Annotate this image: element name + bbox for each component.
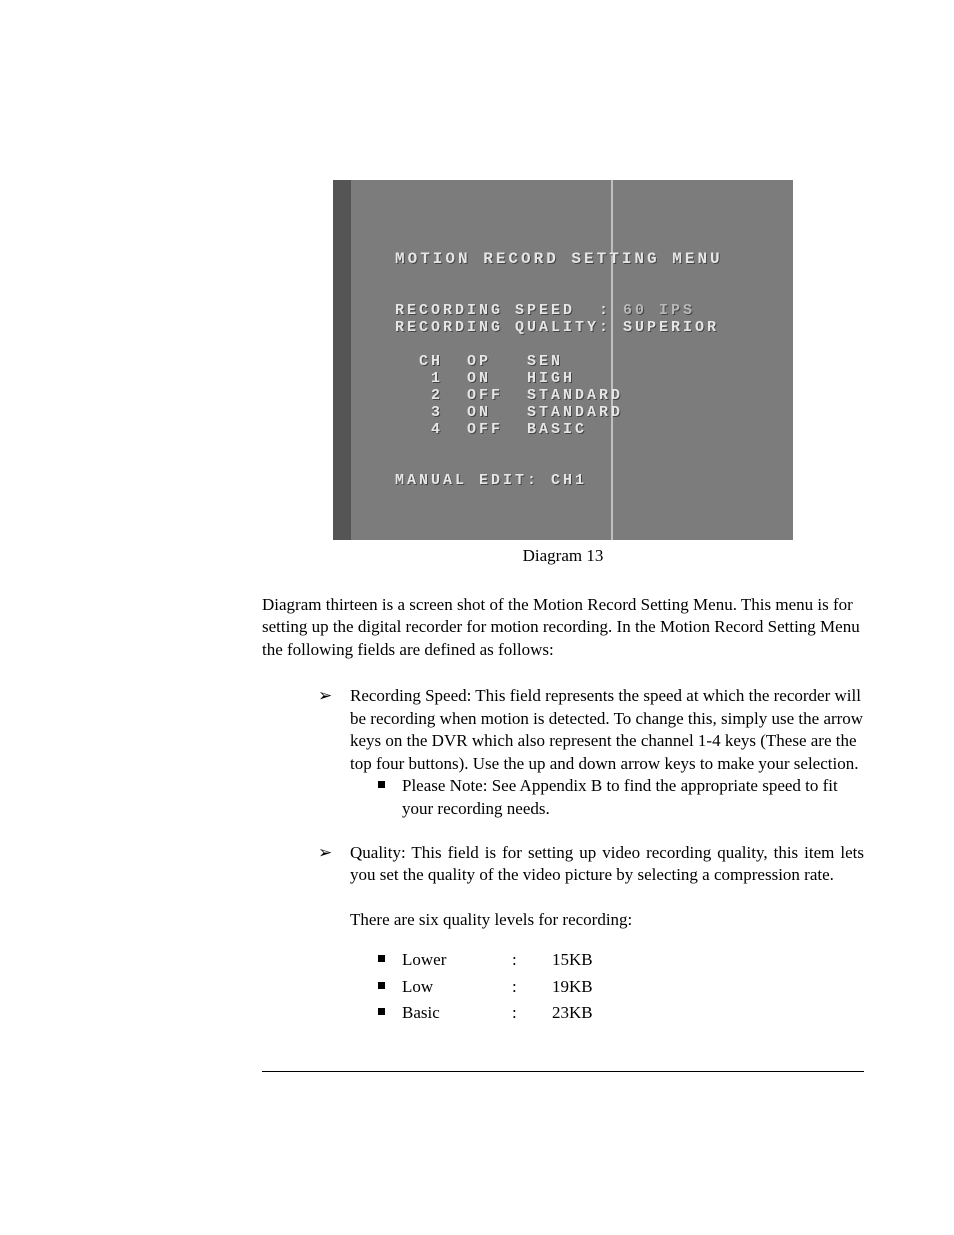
manual-edit-line: MANUAL EDIT: CH1 (395, 472, 587, 489)
level-colon: : (512, 949, 552, 971)
document-page: MOTION RECORD SETTING MENU RECORDING SPE… (0, 0, 954, 1152)
quality-value: SUPERIOR (611, 319, 719, 336)
level-size: 19KB (552, 976, 593, 998)
note-text: Please Note: See Appendix B to find the … (402, 776, 838, 817)
note-list: Please Note: See Appendix B to find the … (372, 775, 864, 820)
table-row: 4 OFF BASIC (395, 421, 587, 438)
table-row: 1 ON HIGH (395, 370, 575, 387)
level-size: 23KB (552, 1002, 593, 1024)
level-size: 15KB (552, 949, 593, 971)
bullet-text: Quality: This field is for setting up vi… (350, 843, 864, 884)
quality-intro: There are six quality levels for recordi… (350, 909, 864, 931)
menu-title: MOTION RECORD SETTING MENU (395, 250, 723, 268)
list-item: Low : 19KB (372, 976, 864, 998)
level-colon: : (512, 1002, 552, 1024)
speed-value: 60 IPS (611, 302, 695, 319)
footer-rule (262, 1071, 864, 1072)
figure-caption: Diagram 13 (262, 546, 864, 566)
quality-levels-list: Lower : 15KB Low : 19KB Basic : (372, 949, 864, 1024)
table-row: 2 OFF STANDARD (395, 387, 623, 404)
list-item: Basic : 23KB (372, 1002, 864, 1024)
note-item: Please Note: See Appendix B to find the … (372, 775, 864, 820)
intro-paragraph: Diagram thirteen is a screen shot of the… (262, 594, 864, 661)
speed-label: RECORDING SPEED : (395, 302, 611, 319)
level-name: Basic (402, 1002, 512, 1024)
bullet-quality: Quality: This field is for setting up vi… (318, 842, 864, 1025)
table-header: CH OP SEN (395, 353, 563, 370)
dvr-menu-screenshot: MOTION RECORD SETTING MENU RECORDING SPE… (333, 180, 793, 540)
list-item: Lower : 15KB (372, 949, 864, 971)
level-name: Lower (402, 949, 512, 971)
quality-label: RECORDING QUALITY: (395, 319, 611, 336)
table-row: 3 ON STANDARD (395, 404, 623, 421)
level-name: Low (402, 976, 512, 998)
screenshot-figure: MOTION RECORD SETTING MENU RECORDING SPE… (333, 180, 793, 540)
main-bullet-list: Recording Speed: This field represents t… (318, 685, 864, 1024)
bullet-recording-speed: Recording Speed: This field represents t… (318, 685, 864, 820)
level-colon: : (512, 976, 552, 998)
bullet-text: Recording Speed: This field represents t… (350, 686, 863, 772)
menu-body: RECORDING SPEED : 60 IPS RECORDING QUALI… (395, 302, 719, 489)
